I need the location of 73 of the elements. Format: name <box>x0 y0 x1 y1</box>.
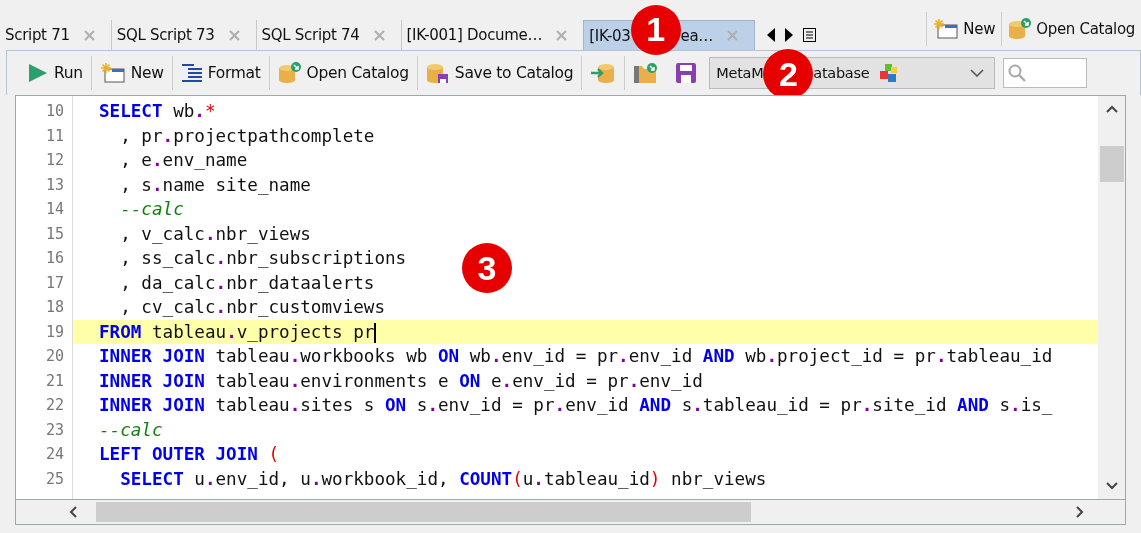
database-arrow-icon <box>1008 18 1033 40</box>
line-number: 21 <box>44 370 64 392</box>
database-save-icon <box>425 62 450 84</box>
code-line: , v_calc.nbr_views <box>119 222 311 246</box>
close-icon[interactable] <box>83 29 95 41</box>
line-number: 15 <box>44 223 64 245</box>
code-line: INNER JOIN tableau.environments e ON e.env_id = pr.env_id <box>98 369 703 393</box>
code-line: , pr.projectpathcomplete <box>119 124 375 148</box>
code-editor[interactable] <box>15 95 1126 500</box>
line-number: 10 <box>44 101 64 122</box>
toolbar-button[interactable]: Run <box>19 56 92 90</box>
callout-tooltip: 1 <box>630 4 681 55</box>
line-number: 13 <box>44 174 64 196</box>
database-arrow-icon <box>277 62 302 84</box>
search-field[interactable] <box>1003 58 1088 88</box>
toolbar-button[interactable]: Open Catalog <box>1001 12 1141 46</box>
cubes-icon <box>879 62 900 84</box>
scroll-up-icon[interactable] <box>1104 104 1119 114</box>
code-line: INNER JOIN tableau.sites s ON s.env_id = pr.env_id AND s.tableau_id = pr.site_id AND s.is_ <box>98 394 1053 417</box>
callout-tooltip: 3 <box>462 243 512 293</box>
line-number: 18 <box>44 297 64 318</box>
code-line: SELECT wb.* <box>98 100 216 123</box>
new-document-icon <box>933 18 960 40</box>
folder-arrow-icon <box>633 62 660 84</box>
line-number: 16 <box>44 248 64 269</box>
line-number: 22 <box>44 395 64 416</box>
right-arrow-icon[interactable] <box>785 28 794 42</box>
code-line: LEFT OUTER JOIN ( <box>98 443 280 466</box>
toolbar-button[interactable]: Format <box>172 56 270 90</box>
toolbar-button[interactable]: New <box>91 56 173 90</box>
editor-tab[interactable]: SQL Script 73 <box>110 20 256 50</box>
left-arrow-icon[interactable] <box>767 28 776 42</box>
vertical-scrollbar[interactable] <box>1098 96 1125 499</box>
code-line: --calc <box>119 198 184 221</box>
line-number: 25 <box>44 468 64 490</box>
close-icon[interactable] <box>228 29 240 41</box>
list-icon[interactable] <box>803 28 817 42</box>
chevron-down-icon <box>970 69 985 77</box>
scroll-thumb[interactable] <box>1099 146 1124 182</box>
play-icon <box>27 63 49 83</box>
code-line: , cv_calc.nbr_customviews <box>119 296 385 319</box>
close-icon[interactable] <box>556 29 568 41</box>
scroll-left-icon[interactable] <box>68 505 78 519</box>
line-number: 20 <box>44 346 64 367</box>
toolbar-button[interactable]: Open Catalog <box>269 56 418 90</box>
line-number: 19 <box>44 321 64 343</box>
code-line: , da_calc.nbr_dataalerts <box>119 271 375 295</box>
code-line: , ss_calc.nbr_subscriptions <box>119 247 407 270</box>
editor-tab[interactable]: Script 71 <box>0 20 111 50</box>
save-icon <box>675 62 698 84</box>
line-number: 12 <box>44 150 64 171</box>
scroll-right-icon[interactable] <box>1075 505 1085 519</box>
new-document-icon <box>99 62 126 84</box>
code-line: SELECT u.env_id, u.workbook_id, COUNT(u.tableau_id) nbr_views <box>119 467 767 491</box>
editor-tab[interactable]: SQL Script 74 <box>255 20 401 50</box>
scroll-thumb[interactable] <box>96 502 751 522</box>
line-number: 24 <box>44 444 64 465</box>
format-lines-icon <box>180 63 203 83</box>
close-icon[interactable] <box>373 29 385 41</box>
scroll-down-icon[interactable] <box>1104 481 1119 491</box>
horizontal-scrollbar[interactable] <box>15 500 1126 525</box>
code-line: , e.env_name <box>119 149 248 172</box>
code-line: INNER JOIN tableau.workbooks wb ON wb.env_id = pr.env_id AND wb.project_id = pr.tableau_id <box>98 345 1053 368</box>
search-icon <box>1008 64 1027 82</box>
database-import-icon <box>590 62 617 84</box>
line-number: 14 <box>44 199 64 220</box>
toolbar-button[interactable]: Save to Catalog <box>417 56 583 90</box>
line-number: 17 <box>44 272 64 294</box>
line-number: 23 <box>44 419 64 441</box>
line-number: 11 <box>44 125 64 147</box>
code-line: --calc <box>98 418 163 442</box>
toolbar-button[interactable]: New <box>926 12 1002 46</box>
code-line: , s.name site_name <box>119 173 311 197</box>
